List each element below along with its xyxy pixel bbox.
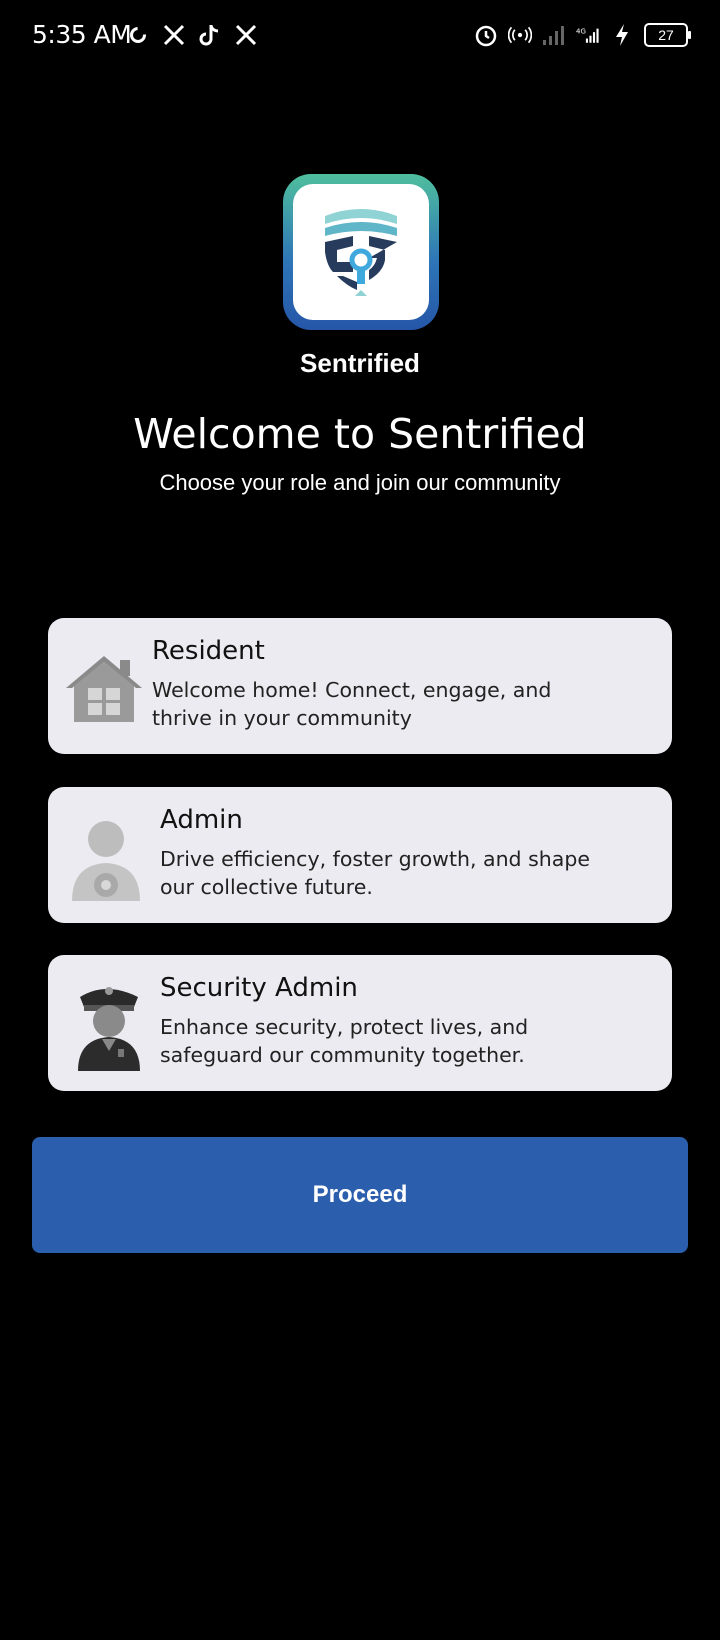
x-icon [162,22,186,48]
charging-icon [610,22,634,48]
svg-text:4G: 4G [576,27,586,36]
admin-user-icon [68,815,152,901]
alarm-icon [474,22,498,48]
house-icon [62,646,146,730]
system-icons: 4G 27 [474,22,691,48]
role-description: Enhance security, protect lives, and saf… [160,1015,529,1067]
signal-icon [542,22,566,48]
hotspot-icon [508,22,532,48]
security-guard-icon [72,977,156,1071]
page-subtitle: Choose your role and join our community [159,470,561,495]
4g-signal-icon: 4G [576,22,600,48]
proceed-button[interactable]: Proceed [32,1137,688,1253]
role-card-admin[interactable]: Admin Drive efficiency, foster growth, a… [48,787,672,923]
sync-icon [126,22,150,48]
role-card-security-admin[interactable]: Security Admin Enhance security, protect… [48,955,672,1091]
role-title: Admin [160,805,243,835]
role-description: Welcome home! Connect, engage, and thriv… [152,678,552,730]
x-icon [234,22,258,48]
notification-icons [126,22,258,48]
role-title: Resident [152,636,265,666]
app-logo [283,174,439,330]
status-time: 5:35 AM [32,20,132,49]
page-title: Welcome to Sentrified [133,410,587,458]
battery-indicator: 27 [644,23,691,47]
role-description: Drive efficiency, foster growth, and sha… [160,847,590,899]
role-card-resident[interactable]: Resident Welcome home! Connect, engage, … [48,618,672,754]
role-title: Security Admin [160,973,358,1003]
status-bar: 5:35 AM 4G 27 [0,0,720,72]
shield-logo-icon [293,184,429,320]
tiktok-icon [198,22,222,48]
app-name: Sentrified [300,348,420,378]
